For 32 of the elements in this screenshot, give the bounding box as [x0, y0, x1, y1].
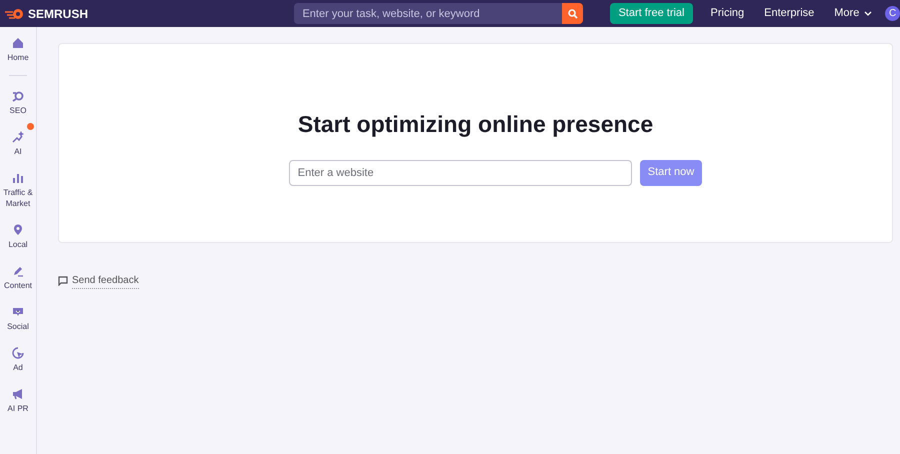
website-field[interactable]: Enter a website — [288, 160, 632, 186]
megaphone-icon — [12, 388, 24, 400]
sidebar-item[interactable]: SEO — [0, 90, 36, 116]
pencil-icon — [12, 265, 24, 277]
sidebar-item[interactable]: AI PR — [0, 388, 36, 414]
cursor-click-icon — [12, 347, 24, 359]
search-icon — [568, 8, 578, 18]
chat-bubble-icon — [12, 306, 24, 318]
bar-chart-icon — [12, 172, 24, 184]
page-title: Start optimizing online presence — [298, 110, 654, 139]
logo-text[interactable]: SEMRUSH — [28, 4, 88, 22]
nav-link[interactable]: Pricing — [710, 5, 744, 22]
chevron-down-icon — [864, 11, 872, 16]
search-field[interactable]: Enter your task, website, or keyword — [294, 3, 562, 24]
sidebar-item[interactable]: Content — [0, 265, 36, 291]
logo-icon — [5, 8, 24, 20]
sidebar-item[interactable]: Local — [0, 224, 36, 250]
sidebar-item[interactable]: Social — [0, 306, 36, 332]
map-pin-icon — [12, 224, 24, 236]
sidebar-item[interactable]: AI — [0, 131, 36, 157]
sidebar-item[interactable]: Ad — [0, 347, 36, 373]
user-avatar[interactable]: C — [885, 6, 900, 21]
sidebar-item[interactable]: Traffic & Market — [0, 172, 36, 209]
sparkle-icon — [12, 131, 24, 143]
search-button[interactable] — [562, 3, 584, 24]
seo-icon — [12, 90, 24, 102]
home-icon — [12, 37, 24, 49]
sidebar-item[interactable]: Home — [0, 37, 36, 63]
send-feedback-link[interactable]: Send feedback — [72, 273, 139, 289]
comment-icon — [58, 276, 68, 286]
nav-link[interactable]: More — [834, 5, 872, 22]
nav-link[interactable]: Enterprise — [764, 5, 814, 22]
